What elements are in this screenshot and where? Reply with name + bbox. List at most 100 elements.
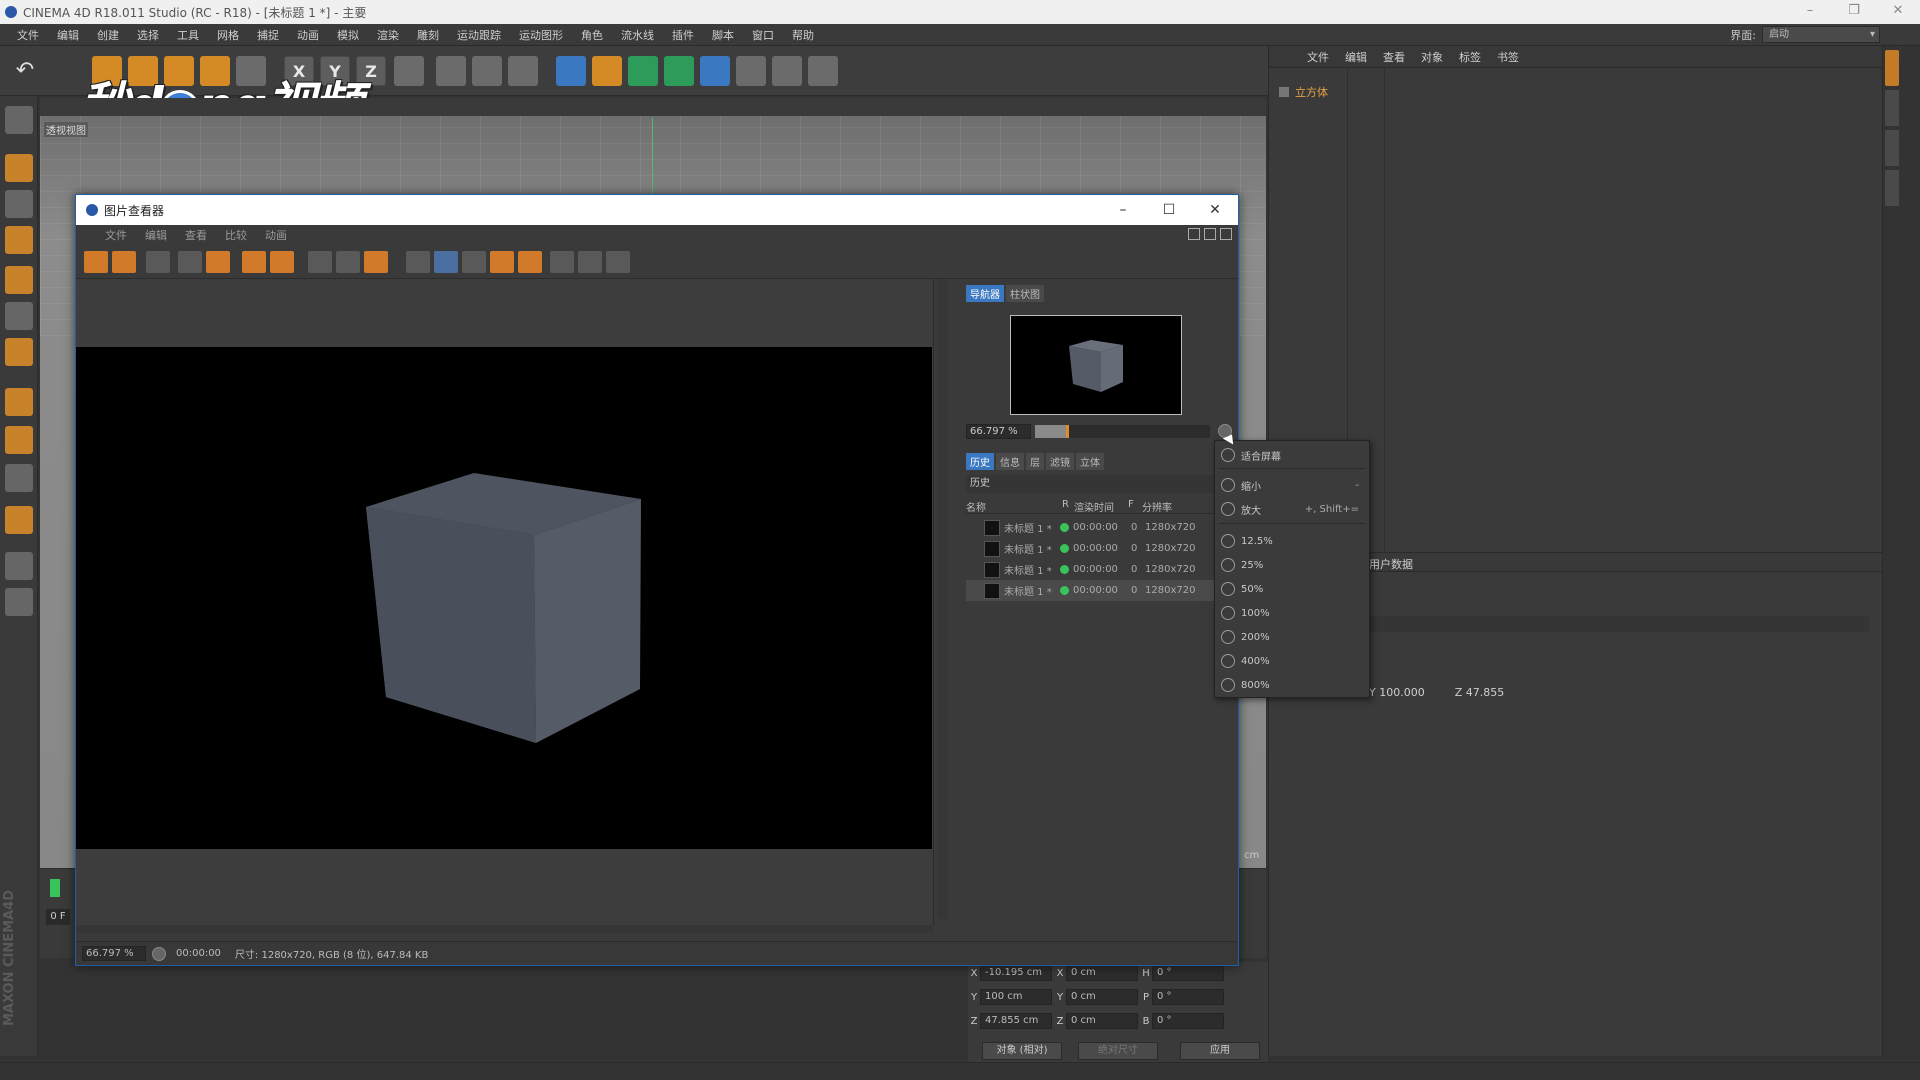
om-menu-view[interactable]: 查看 [1375,49,1413,65]
crop-icon[interactable] [178,251,202,273]
tab-info[interactable]: 信息 [996,453,1024,470]
zoom-slider[interactable] [1034,424,1211,438]
cloner-icon[interactable] [664,56,694,86]
menu-item-zoom-50[interactable]: 50% [1215,579,1369,599]
menu-pipeline[interactable]: 流水线 [612,27,663,43]
col-r[interactable]: R [1062,499,1074,513]
side-tab-structure[interactable] [1884,170,1899,206]
pv-menu-compare[interactable]: 比较 [216,227,256,243]
edges-mode-icon[interactable] [5,302,33,330]
tab-navigator[interactable]: 导航器 [966,285,1004,302]
render-active-icon[interactable] [270,251,294,273]
tweak-mode-icon[interactable] [5,426,33,454]
points-mode-icon[interactable] [5,266,33,294]
menu-item-fit-screen[interactable]: 适合屏幕 [1215,445,1369,465]
zoom-value-field[interactable]: 66.797 % [966,423,1031,439]
cube-primitive-icon[interactable] [556,56,586,86]
tab-stereo[interactable]: 立体 [1076,453,1104,470]
menu-simulate[interactable]: 模拟 [328,27,368,43]
pv-menu-animation[interactable]: 动画 [256,227,296,243]
image-vertical-scrollbar[interactable] [938,279,948,919]
menu-mograph[interactable]: 运动图形 [510,27,572,43]
om-menu-bookmarks[interactable]: 书签 [1489,49,1527,65]
coordinate-system-icon[interactable] [394,56,424,86]
history-row[interactable]: 未标题 1 * 00:00:00 0 1280x720 [966,559,1222,580]
menu-item-zoom-12-5[interactable]: 12.5% [1215,531,1369,551]
minimize-button[interactable]: – [1788,0,1832,24]
fit-screen-icon[interactable] [336,251,360,273]
menu-snap[interactable]: 捕捉 [248,27,288,43]
restore-button[interactable]: ❐ [1832,0,1876,24]
set-b-icon[interactable] [518,251,542,273]
menu-script[interactable]: 脚本 [703,27,743,43]
menu-render[interactable]: 渲染 [368,27,408,43]
menu-create[interactable]: 创建 [88,27,128,43]
swap-icon[interactable] [462,251,486,273]
make-editable-icon[interactable] [5,106,33,134]
fit-window-icon[interactable] [308,251,332,273]
pv-maximize-button[interactable]: ☐ [1146,195,1192,225]
side-tab-takes[interactable] [1884,90,1899,126]
rotation-b-field[interactable]: 0 ° [1152,1013,1224,1029]
history-row[interactable]: 未标题 1 * 00:00:00 0 1280x720 [966,538,1222,559]
deformer-icon[interactable] [700,56,730,86]
menu-item-zoom-800[interactable]: 800% [1215,675,1369,695]
col-resolution[interactable]: 分辨率 [1142,499,1202,514]
model-mode-icon[interactable] [5,154,33,182]
menu-help[interactable]: 帮助 [783,27,823,43]
snap-icon[interactable] [5,506,33,534]
texture-mode-icon[interactable] [5,190,33,218]
polygons-mode-icon[interactable] [5,338,33,366]
status-zoom-field[interactable]: 66.797 % [82,946,146,961]
size-z-field[interactable]: 0 cm [1066,1013,1138,1029]
pen-spline-icon[interactable] [592,56,622,86]
pv-move-icon[interactable] [1220,228,1232,240]
current-frame-field[interactable]: 0 F [46,909,70,925]
zoom-slider-thumb[interactable] [1066,424,1070,438]
stop-render-icon[interactable] [206,251,230,273]
tab-histogram[interactable]: 柱状图 [1006,285,1044,302]
tab-history[interactable]: 历史 [966,453,994,470]
undo-icon[interactable]: ↶ [10,56,40,86]
image-horizontal-scrollbar[interactable] [76,925,934,933]
menu-edit[interactable]: 编辑 [48,27,88,43]
save-icon[interactable] [112,251,136,273]
menu-item-zoom-in[interactable]: 放大 +, Shift+= [1215,499,1369,519]
status-zoom-menu-icon[interactable] [152,946,166,961]
columns-icon[interactable] [578,251,602,273]
menu-item-zoom-400[interactable]: 400% [1215,651,1369,671]
pv-layout-icon[interactable] [1188,228,1200,240]
apply-button[interactable]: 应用 [1180,1042,1260,1060]
solo-icon[interactable] [5,464,33,492]
pv-minimize-button[interactable]: – [1100,195,1146,225]
split-view-icon[interactable] [434,251,458,273]
quantize-icon[interactable] [5,588,33,616]
tab-filters[interactable]: 滤镜 [1046,453,1074,470]
menu-item-zoom-100[interactable]: 100% [1215,603,1369,623]
subdivision-surface-icon[interactable] [628,56,658,86]
rotation-p-field[interactable]: 0 ° [1152,989,1224,1005]
menu-animate[interactable]: 动画 [288,27,328,43]
navigator-preview[interactable] [1010,315,1182,415]
coordinate-mode-dropdown[interactable]: 对象 (相对) [982,1042,1062,1060]
pv-menu-file[interactable]: 文件 [96,227,136,243]
axis-mode-icon[interactable] [5,388,33,416]
menu-select[interactable]: 选择 [128,27,168,43]
menu-item-zoom-25[interactable]: 25% [1215,555,1369,575]
side-tab-objects[interactable] [1884,50,1899,86]
picture-viewer-titlebar[interactable]: 图片查看器 – ☐ ✕ [76,195,1238,225]
camera-icon[interactable] [772,56,802,86]
attribute-tab-label[interactable]: 用户数据 [1369,556,1413,572]
om-menu-file[interactable]: 文件 [1299,49,1337,65]
menu-tools[interactable]: 工具 [168,27,208,43]
size-x-field[interactable]: 0 cm [1066,965,1138,981]
open-icon[interactable] [84,251,108,273]
history-row[interactable]: 未标题 1 * 00:00:00 0 1280x720 [966,580,1222,601]
grid-icon[interactable] [146,251,170,273]
menu-file[interactable]: 文件 [8,27,48,43]
menu-plugins[interactable]: 插件 [663,27,703,43]
light-icon[interactable] [808,56,838,86]
om-menu-edit[interactable]: 编辑 [1337,49,1375,65]
pv-close-button[interactable]: ✕ [1192,195,1238,225]
render-settings-icon[interactable] [508,56,538,86]
